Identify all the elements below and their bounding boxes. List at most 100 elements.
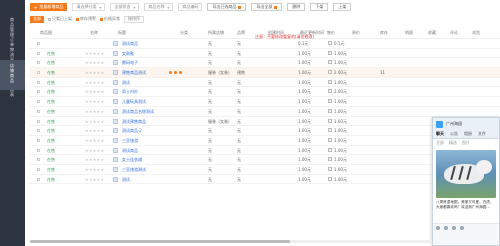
check-stock[interactable]: 库存预警	[76, 16, 96, 22]
row-checkbox[interactable]	[37, 90, 40, 94]
product-thumbnail[interactable]	[113, 60, 118, 66]
table-row[interactable]: 在售 ★★★★★ 测试商品 无 无 1.00元 1.00元	[30, 146, 500, 156]
export-all-button[interactable]: 导出全部	[251, 3, 283, 11]
product-thumbnail[interactable]	[113, 166, 118, 172]
row-checkbox[interactable]	[37, 167, 40, 171]
export-selected-button[interactable]: 导出已选商品	[207, 3, 247, 11]
row-checkbox[interactable]	[37, 148, 40, 152]
table-row[interactable]: 在售 ★★★★★ 测试商品名称测试 无 无 1.00元 1.00元	[30, 107, 500, 117]
product-thumbnail[interactable]	[113, 41, 118, 46]
product-thumbnail[interactable]	[113, 147, 118, 153]
product-name-link[interactable]: 测试	[122, 80, 130, 86]
rating-stars[interactable]: ★★★★★	[85, 148, 104, 153]
table-row[interactable]: 在售 ★★★★★ 女款鞋 无 无 1.00元 1.00元	[30, 49, 500, 59]
nav-item-active[interactable]: 店铺商品	[0, 60, 25, 90]
check-onshelf[interactable]: 只看已上架	[48, 16, 72, 22]
product-name-link[interactable]: 测试商品名称测试	[122, 109, 154, 115]
table-row[interactable]: 在售 ★★★★★ 测试 无 无 1.00元 1.00元	[30, 175, 500, 185]
edit-icon[interactable]	[328, 137, 332, 142]
code-filter[interactable]: 商品编码	[178, 3, 203, 11]
rating-stars[interactable]: ★★★★★	[85, 60, 104, 65]
chat-tab-album[interactable]: 相册	[464, 131, 472, 137]
edit-icon[interactable]	[328, 99, 332, 104]
scrollbar-thumb[interactable]	[30, 240, 290, 243]
product-name-link[interactable]: 测试商品·2	[122, 128, 142, 134]
row-checkbox[interactable]	[37, 100, 40, 104]
product-thumbnail[interactable]	[113, 118, 118, 124]
product-name-link[interactable]: 数码电子	[122, 60, 138, 66]
product-thumbnail[interactable]	[113, 99, 118, 105]
rating-stars[interactable]: ★★★★★	[85, 138, 104, 143]
table-row[interactable]: 在售 ★★★★★ 男士衬衫 无 无 1.00元 2.00元	[30, 87, 500, 98]
scissors-icon[interactable]	[460, 226, 464, 230]
rating-stars[interactable]: ★★★★★	[85, 99, 104, 104]
column-header[interactable]: 所属店铺	[208, 30, 224, 36]
horizontal-scrollbar[interactable]	[30, 240, 430, 243]
table-row[interactable]: 在售 ★★★★★ 儿童玩具测试 无 无 1.00元 1.00元	[30, 97, 500, 107]
onshelf-button[interactable]: 上架	[333, 3, 352, 11]
column-header[interactable]: 名称	[90, 30, 98, 36]
product-thumbnail[interactable]	[113, 137, 118, 143]
chat-input-area[interactable]	[433, 223, 499, 245]
column-header[interactable]: 原价	[352, 30, 360, 36]
row-checkbox[interactable]	[37, 177, 40, 181]
edit-icon[interactable]	[328, 176, 332, 181]
tag-icon[interactable]	[169, 71, 172, 75]
product-thumbnail[interactable]	[113, 128, 118, 134]
row-checkbox[interactable]	[37, 71, 40, 75]
tag-icon[interactable]	[179, 71, 182, 75]
column-header[interactable]: 售价	[327, 30, 335, 36]
column-header[interactable]: 标题	[118, 30, 126, 36]
product-name-link[interactable]: 预售商品测试	[122, 70, 146, 76]
table-row[interactable]: 在售 ★★★★★ 女士连衣裙 无 无 1.00元 1.00元	[30, 155, 500, 165]
table-row[interactable]: 测试商品 无 无 0.1元 0.1元	[30, 39, 500, 49]
column-header[interactable]: 分类	[180, 30, 188, 36]
edit-icon[interactable]	[328, 157, 332, 162]
product-name-link[interactable]: 女款鞋	[122, 51, 134, 57]
row-checkbox[interactable]	[37, 109, 40, 113]
product-name-link[interactable]: 测试预售商品	[122, 119, 146, 125]
product-thumbnail[interactable]	[113, 157, 118, 163]
status-filter[interactable]: 全部状态 ▾	[110, 3, 140, 11]
delete-button[interactable]: 删除	[287, 3, 306, 11]
edit-icon[interactable]	[328, 60, 332, 65]
product-name-link[interactable]: 测试	[122, 177, 130, 183]
product-thumbnail[interactable]	[113, 70, 118, 76]
emoji-icon[interactable]	[436, 226, 440, 230]
row-checkbox[interactable]	[37, 138, 40, 142]
rating-stars[interactable]: ★★★★★	[85, 70, 104, 75]
table-row[interactable]: 在售 ★★★★★ 三亚旅游测试 无 无 1.00元 1.00元	[30, 165, 500, 175]
table-row[interactable]: 在售 ★★★★★ 三亚旅游 无 无 1.00元 1.00元	[30, 136, 500, 146]
product-name-link[interactable]: 三亚旅游	[122, 138, 138, 144]
product-thumbnail[interactable]	[113, 176, 118, 182]
product-thumbnail[interactable]	[113, 108, 118, 114]
edit-icon[interactable]	[328, 79, 332, 84]
chat-tab-notice[interactable]: 公告	[450, 131, 458, 137]
rating-stars[interactable]: ★★★★★	[85, 109, 104, 114]
edit-icon[interactable]	[328, 166, 332, 171]
sort-select[interactable]: 按排序	[124, 15, 144, 23]
chat-tab-chat[interactable]: 聊天	[436, 131, 444, 137]
rating-stars[interactable]: ★★★★★	[85, 177, 104, 182]
chat-sub-all[interactable]: 全部	[436, 140, 444, 146]
product-name-link[interactable]: 儿童玩具测试	[122, 99, 146, 105]
rating-stars[interactable]: ★★★★★	[85, 128, 104, 133]
column-header[interactable]: 品牌	[237, 30, 245, 36]
offshelf-button[interactable]: 下架	[310, 3, 329, 11]
product-thumbnail[interactable]	[113, 89, 118, 95]
rating-stars[interactable]: ★★★★★	[85, 119, 104, 124]
product-name-link[interactable]: 测试商品	[122, 148, 138, 154]
all-chip[interactable]: 全部	[30, 15, 44, 23]
chat-sub-images[interactable]: 图片	[462, 140, 470, 146]
column-header[interactable]: 库存	[380, 30, 388, 36]
product-name-link[interactable]: 女士连衣裙	[122, 157, 142, 163]
row-checkbox[interactable]	[37, 61, 40, 65]
product-thumbnail[interactable]	[113, 50, 118, 56]
check-price[interactable]: 价格异常	[100, 16, 120, 22]
tiger-image[interactable]	[436, 150, 496, 198]
edit-icon[interactable]	[328, 108, 332, 113]
rating-stars[interactable]: ★★★★★	[85, 157, 104, 162]
nav-char[interactable]: 表	[5, 92, 19, 97]
product-name-link[interactable]: 测试商品	[122, 41, 138, 47]
rating-stars[interactable]: ★★★★★	[85, 51, 104, 56]
